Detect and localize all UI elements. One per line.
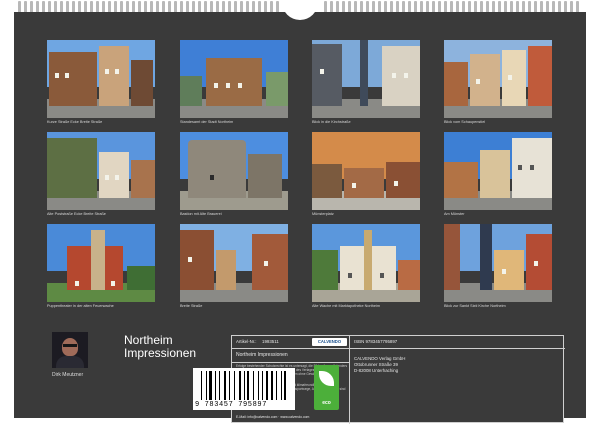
photo-image bbox=[312, 224, 420, 302]
photo-caption: Blick vom Schaupenstiel bbox=[444, 120, 486, 124]
photo-caption: Blick in die Kirchstraße bbox=[312, 120, 351, 124]
publisher-city: D-82008 Unterhaching bbox=[354, 368, 399, 373]
author-name: Dirk Meutzner bbox=[52, 372, 84, 378]
photo-thumbnail: Alte Poststraße Ecke Breite Straße bbox=[47, 132, 155, 217]
photo-thumbnail: Blick vom Schaupenstiel bbox=[444, 40, 552, 125]
photo-caption: Standesamt der Stadt Northeim bbox=[180, 120, 234, 124]
article-number-label: Artikel-Nr.: bbox=[236, 339, 257, 344]
barcode-bar bbox=[243, 371, 245, 400]
barcode-bar bbox=[233, 371, 235, 400]
photo-thumbnail: Am Münster bbox=[444, 132, 552, 217]
photo-thumbnail: Blick zur Sankt Sixti Kirche Northeim bbox=[444, 224, 552, 309]
publisher-street: Ottobrunner Straße 39 bbox=[354, 362, 398, 367]
photo-image bbox=[180, 132, 288, 210]
calendar-back-cover: Kurze Straße Ecke Breite Straße Standesa… bbox=[14, 12, 586, 424]
photo-caption: Puppentheater in der alten Feuerwache bbox=[47, 304, 114, 308]
isbn-barcode: 9 783457 795897 bbox=[193, 368, 295, 410]
barcode-bar bbox=[247, 371, 249, 400]
photo-image bbox=[180, 224, 288, 302]
barcode-bar bbox=[223, 371, 227, 400]
barcode-bar bbox=[280, 371, 282, 400]
publisher-name: CALVENDO Verlag GmbH bbox=[354, 356, 406, 361]
barcode-bar bbox=[258, 371, 260, 400]
barcode-bar bbox=[270, 371, 274, 400]
photo-caption: Alte Poststraße Ecke Breite Straße bbox=[47, 212, 106, 216]
photo-thumbnail: Münsterplatz bbox=[312, 132, 420, 217]
calvendo-logo: CALVENDO bbox=[312, 338, 347, 346]
photo-image bbox=[444, 40, 552, 118]
barcode-bar bbox=[252, 371, 254, 400]
photo-caption: Alte Wache mit Marktapotheke Northeim bbox=[312, 304, 381, 308]
photo-thumbnail: Puppentheater in der alten Feuerwache bbox=[47, 224, 155, 309]
isbn: ISBN 9783457795897 bbox=[354, 339, 398, 344]
photo-thumbnail: Blick in die Kirchstraße bbox=[312, 40, 420, 125]
eco-badge: eco bbox=[314, 365, 339, 410]
photo-thumbnail: Alte Wache mit Marktapotheke Northeim bbox=[312, 224, 420, 309]
barcode-bar bbox=[239, 371, 241, 400]
photo-caption: Bastion mit Alte Brauerei bbox=[180, 212, 222, 216]
photo-thumbnail: Standesamt der Stadt Northeim bbox=[180, 40, 288, 125]
calendar-title-line2: Impressionen bbox=[124, 346, 197, 360]
photo-image bbox=[47, 224, 155, 302]
publisher-address: ISBN 9783457795897 CALVENDO Verlag GmbH … bbox=[350, 336, 445, 424]
photo-image bbox=[312, 132, 420, 210]
barcode-bar bbox=[284, 371, 286, 400]
barcode-bar bbox=[214, 371, 217, 400]
barcode-digits: 9 783457 795897 bbox=[195, 401, 268, 409]
product-title: Northeim Impressionen bbox=[236, 352, 288, 358]
photo-caption: Kurze Straße Ecke Breite Straße bbox=[47, 120, 103, 124]
barcode-bar bbox=[261, 371, 264, 400]
photo-thumbnail: Kurze Straße Ecke Breite Straße bbox=[47, 40, 155, 125]
eco-label: eco bbox=[322, 400, 331, 406]
photo-caption: Breite Straße bbox=[180, 304, 203, 308]
photo-caption: Am Münster bbox=[444, 212, 465, 216]
calendar-title: Northeim Impressionen bbox=[124, 334, 196, 360]
photo-caption: Münsterplatz bbox=[312, 212, 334, 216]
barcode-bar bbox=[201, 371, 202, 400]
article-number: 1993511 bbox=[262, 339, 279, 344]
barcode-bar bbox=[229, 371, 230, 400]
contact-email: E-Mail: info@calvendo.com · www.calvendo… bbox=[236, 415, 310, 419]
author-portrait bbox=[52, 332, 88, 368]
product-info-right bbox=[445, 336, 565, 424]
photo-image bbox=[444, 224, 552, 302]
photo-image bbox=[47, 40, 155, 118]
barcode-bar bbox=[266, 371, 268, 400]
photo-thumbnail: Breite Straße bbox=[180, 224, 288, 309]
barcode-bar bbox=[276, 371, 278, 400]
photo-image bbox=[312, 40, 420, 118]
photo-image bbox=[180, 40, 288, 118]
photo-image bbox=[444, 132, 552, 210]
barcode-bar bbox=[208, 371, 212, 400]
photo-thumbnail: Bastion mit Alte Brauerei bbox=[180, 132, 288, 217]
barcode-bar bbox=[219, 371, 220, 400]
photo-caption: Blick zur Sankt Sixti Kirche Northeim bbox=[444, 304, 506, 308]
photo-image bbox=[47, 132, 155, 210]
barcode-bar bbox=[205, 371, 207, 400]
leaf-icon bbox=[319, 371, 334, 386]
